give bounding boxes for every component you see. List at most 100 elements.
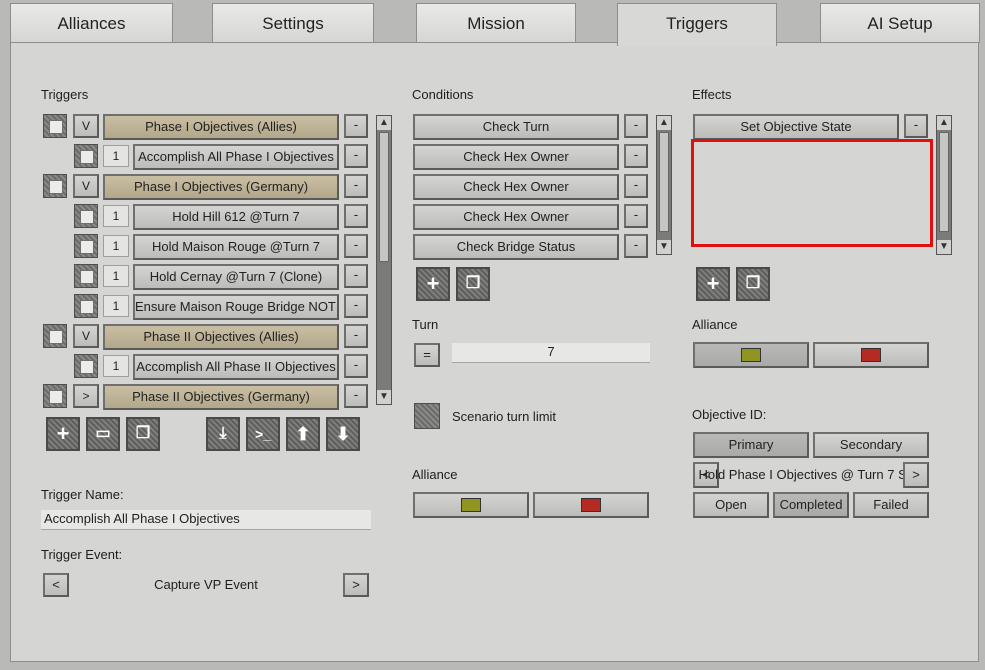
condition-alliance-allies-button[interactable] (413, 492, 529, 518)
scroll-down-icon[interactable]: ▼ (657, 240, 671, 254)
state-failed-button[interactable]: Failed (853, 492, 929, 518)
trigger-row-checkbox[interactable] (74, 294, 98, 318)
condition-alliance-germany-button[interactable] (533, 492, 649, 518)
scroll-up-icon[interactable]: ▲ (937, 116, 951, 130)
triggers-panel: Triggers V Phase I Objectives (Allies) -1 A… (10, 42, 979, 662)
effect-alliance-germany-button[interactable] (813, 342, 929, 368)
remove-condition-button[interactable]: - (624, 204, 648, 228)
scenario-turn-limit-checkbox[interactable] (414, 403, 440, 429)
folder-icon: ▭ (95, 425, 111, 442)
objective-id-value: Hold Phase I Objectives @ Turn 7 Start (698, 467, 926, 482)
trigger-group-button[interactable]: Phase I Objectives (Germany) (103, 174, 339, 200)
remove-trigger-button[interactable]: - (344, 114, 368, 138)
objective-next-button[interactable]: > (903, 462, 929, 488)
effect-scrollbar[interactable]: ▲ ▼ (936, 115, 952, 255)
condition-scrollbar[interactable]: ▲ ▼ (656, 115, 672, 255)
remove-condition-button[interactable]: - (624, 114, 648, 138)
scroll-thumb[interactable] (379, 132, 389, 262)
add-trigger-button[interactable]: + (46, 417, 80, 451)
trigger-row-checkbox[interactable] (74, 144, 98, 168)
condition-item-button[interactable]: Check Turn (413, 114, 619, 140)
group-toggle-button[interactable]: V (73, 114, 99, 138)
remove-trigger-button[interactable]: - (344, 384, 368, 408)
tab-triggers[interactable]: Triggers (617, 3, 777, 46)
trigger-item-button[interactable]: Hold Maison Rouge @Turn 7 (133, 234, 339, 260)
scroll-down-icon[interactable]: ▼ (377, 390, 391, 404)
remove-effect-button[interactable]: - (904, 114, 928, 138)
trigger-item-button[interactable]: Accomplish All Phase I Objectives (133, 144, 339, 170)
trigger-row-checkbox[interactable] (43, 324, 67, 348)
tab-alliances[interactable]: Alliances (10, 3, 173, 43)
trigger-row-checkbox[interactable] (43, 114, 67, 138)
trigger-item-button[interactable]: Ensure Maison Rouge Bridge NOT operation… (133, 294, 339, 320)
remove-trigger-button[interactable]: - (344, 234, 368, 258)
scroll-down-icon[interactable]: ▼ (937, 240, 951, 254)
trigger-event-value: Capture VP Event (154, 577, 258, 592)
state-open-button[interactable]: Open (693, 492, 769, 518)
condition-item-button[interactable]: Check Hex Owner (413, 174, 619, 200)
trigger-item-button[interactable]: Accomplish All Phase II Objectives (133, 354, 339, 380)
tab-ai-setup[interactable]: AI Setup (820, 3, 980, 43)
trigger-row-checkbox[interactable] (43, 174, 67, 198)
trigger-row-checkbox[interactable] (74, 234, 98, 258)
group-toggle-button[interactable]: V (73, 324, 99, 348)
effect-alliance-allies-button[interactable] (693, 342, 809, 368)
move-up-button[interactable]: ⬆ (286, 417, 320, 451)
console-button[interactable]: >_ (246, 417, 280, 451)
remove-trigger-button[interactable]: - (344, 174, 368, 198)
trigger-row-checkbox[interactable] (43, 384, 67, 408)
state-completed-button[interactable]: Completed (773, 492, 849, 518)
event-prev-button[interactable]: < (43, 573, 69, 597)
folder-button[interactable]: ▭ (86, 417, 120, 451)
scroll-thumb[interactable] (659, 132, 669, 232)
condition-item-button[interactable]: Check Hex Owner (413, 204, 619, 230)
remove-trigger-button[interactable]: - (344, 354, 368, 378)
condition-item-button[interactable]: Check Bridge Status (413, 234, 619, 260)
copy-effect-button[interactable]: ❐ (736, 267, 770, 301)
condition-item-button[interactable]: Check Hex Owner (413, 144, 619, 170)
remove-trigger-button[interactable]: - (344, 294, 368, 318)
remove-trigger-button[interactable]: - (344, 144, 368, 168)
remove-condition-button[interactable]: - (624, 144, 648, 168)
copy-icon: ❐ (135, 425, 151, 442)
event-next-button[interactable]: > (343, 573, 369, 597)
trigger-item-button[interactable]: Hold Hill 612 @Turn 7 (133, 204, 339, 230)
trigger-group-button[interactable]: Phase I Objectives (Allies) (103, 114, 339, 140)
trigger-group-button[interactable]: Phase II Objectives (Allies) (103, 324, 339, 350)
group-toggle-button[interactable]: V (73, 174, 99, 198)
add-effect-button[interactable]: + (696, 267, 730, 301)
scroll-up-icon[interactable]: ▲ (657, 116, 671, 130)
group-toggle-button[interactable]: > (73, 384, 99, 408)
add-condition-button[interactable]: + (416, 267, 450, 301)
trigger-name-field[interactable]: Accomplish All Phase I Objectives (41, 510, 371, 530)
turn-value-field[interactable]: 7 (452, 343, 650, 363)
trigger-row-checkbox[interactable] (74, 264, 98, 288)
tab-settings[interactable]: Settings (212, 3, 374, 43)
remove-trigger-button[interactable]: - (344, 264, 368, 288)
trigger-row-checkbox[interactable] (74, 354, 98, 378)
import-button[interactable]: ⤓ (206, 417, 240, 451)
remove-condition-button[interactable]: - (624, 234, 648, 258)
tab-mission[interactable]: Mission (416, 3, 576, 43)
secondary-button[interactable]: Secondary (813, 432, 929, 458)
console-icon: >_ (255, 426, 271, 442)
remove-trigger-button[interactable]: - (344, 324, 368, 348)
scroll-thumb[interactable] (939, 132, 949, 232)
allies-color-swatch (741, 348, 761, 362)
trigger-item-button[interactable]: Hold Cernay @Turn 7 (Clone) (133, 264, 339, 290)
trigger-count: 1 (103, 265, 129, 287)
remove-trigger-button[interactable]: - (344, 204, 368, 228)
trigger-scrollbar[interactable]: ▲ ▼ (376, 115, 392, 405)
copy-condition-button[interactable]: ❐ (456, 267, 490, 301)
turn-operator-button[interactable]: = (414, 343, 440, 367)
trigger-group-button[interactable]: Phase II Objectives (Germany) (103, 384, 339, 410)
remove-condition-button[interactable]: - (624, 174, 648, 198)
effects-title: Effects (692, 87, 732, 102)
effect-item-button[interactable]: Set Objective State (693, 114, 899, 140)
scroll-up-icon[interactable]: ▲ (377, 116, 391, 130)
copy-trigger-button[interactable]: ❐ (126, 417, 160, 451)
trigger-row-checkbox[interactable] (74, 204, 98, 228)
primary-button[interactable]: Primary (693, 432, 809, 458)
plus-icon: + (426, 271, 440, 296)
move-down-button[interactable]: ⬇ (326, 417, 360, 451)
